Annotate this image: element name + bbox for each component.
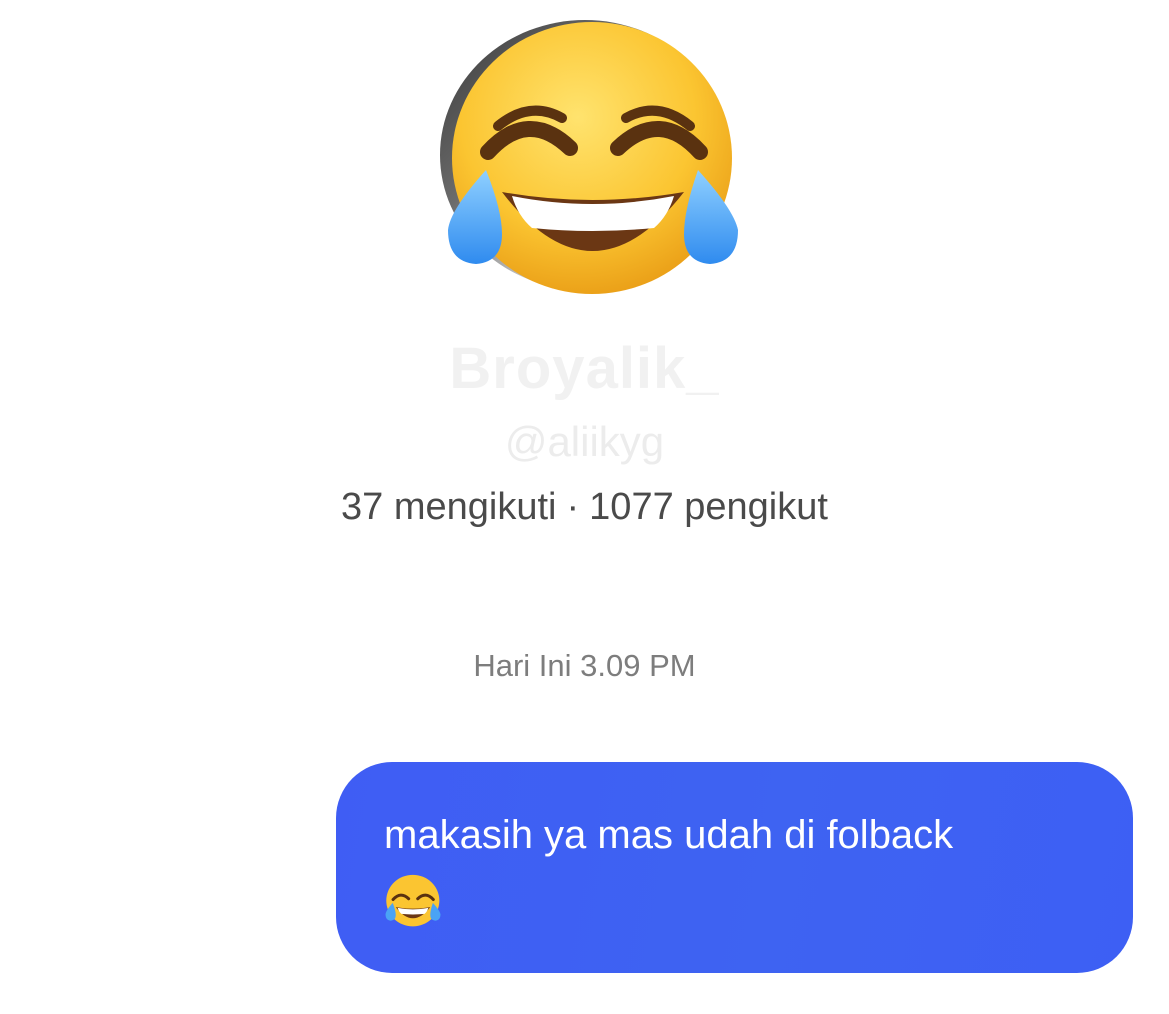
message-text: makasih ya mas udah di folback — [384, 813, 954, 857]
stats-separator: · — [566, 486, 580, 528]
sent-message-bubble[interactable]: makasih ya mas udah di folback — [336, 762, 1133, 973]
display-name: Broyalik_ — [449, 336, 720, 401]
profile-header: Broyalik_ @aliikyg 37 mengikuti · 1077 pen… — [0, 0, 1169, 560]
message-timestamp: Hari Ini 3.09 PM — [473, 648, 696, 683]
username-handle: @aliikyg — [504, 418, 665, 465]
follow-stats: 37 mengikuti · 1077 pengikut — [0, 486, 1169, 529]
following-count[interactable]: 37 mengikuti — [341, 486, 556, 528]
followers-count[interactable]: 1077 pengikut — [589, 486, 828, 528]
laughing-emoji-icon — [385, 875, 441, 927]
laughing-emoji-icon — [448, 22, 738, 294]
